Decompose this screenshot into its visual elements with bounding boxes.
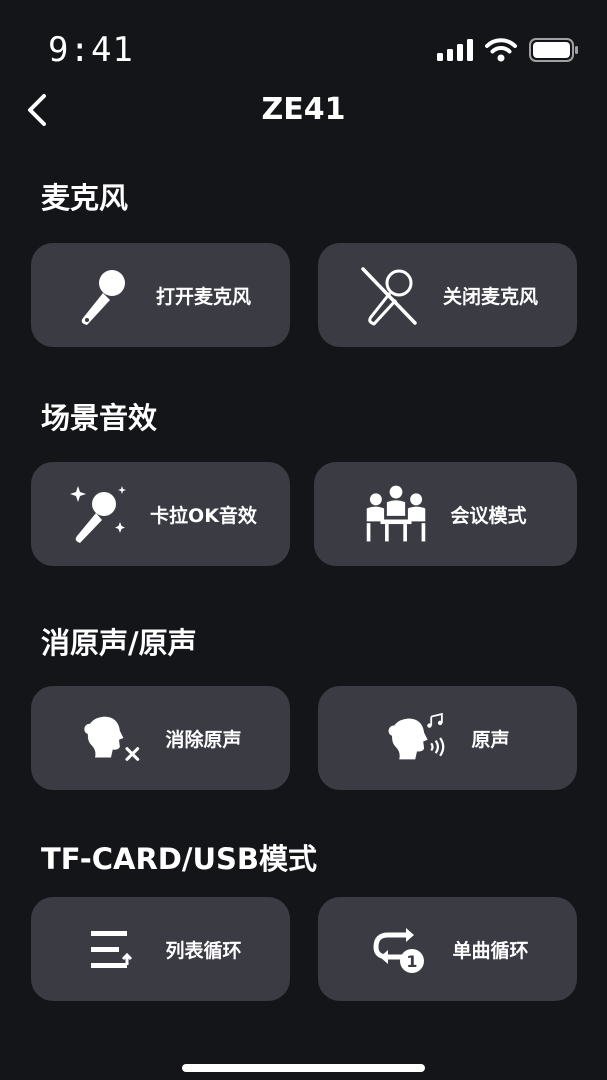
single-loop-icon: 1 xyxy=(366,917,430,981)
mic-off-label: 关闭麦克风 xyxy=(442,285,538,308)
karaoke-effect-label: 卡拉OK音效 xyxy=(150,504,257,527)
mic-on-label: 打开麦克风 xyxy=(155,285,251,308)
meeting-mode-button[interactable]: 会议模式 xyxy=(314,462,577,566)
meeting-people-icon xyxy=(364,482,428,546)
vocal-original-label: 原声 xyxy=(471,728,510,751)
vocal-remove-icon xyxy=(79,706,143,770)
mic-off-button[interactable]: 关闭麦克风 xyxy=(318,243,577,347)
vocal-original-icon xyxy=(385,706,449,770)
mic-on-button[interactable]: 打开麦克风 xyxy=(31,243,290,347)
list-loop-button[interactable]: 列表循环 xyxy=(31,897,290,1001)
section-title-microphone: 麦克风 xyxy=(41,181,129,215)
section-title-vocal: 消原声/原声 xyxy=(41,626,197,660)
vocal-remove-label: 消除原声 xyxy=(165,728,242,751)
battery-icon xyxy=(529,38,578,62)
home-indicator[interactable] xyxy=(182,1064,425,1072)
microphone-icon xyxy=(70,263,134,327)
microphone-off-icon xyxy=(357,263,421,327)
meeting-mode-label: 会议模式 xyxy=(450,504,527,527)
page-title: ZE41 xyxy=(261,92,346,127)
section-title-scene-effects: 场景音效 xyxy=(41,401,158,435)
nav-bar: ZE41 xyxy=(0,86,607,136)
vocal-remove-button[interactable]: 消除原声 xyxy=(31,686,290,790)
section-title-tf-usb: TF-CARD/USB模式 xyxy=(41,842,317,876)
karaoke-sparkle-mic-icon xyxy=(64,482,128,546)
karaoke-effect-button[interactable]: 卡拉OK音效 xyxy=(31,462,290,566)
single-loop-label: 单曲循环 xyxy=(452,939,529,962)
wifi-icon xyxy=(485,38,517,62)
list-loop-label: 列表循环 xyxy=(165,939,242,962)
status-icons xyxy=(437,38,579,62)
status-bar: 9:41 xyxy=(0,0,607,90)
list-loop-icon xyxy=(79,917,143,981)
svg-text:1: 1 xyxy=(407,952,418,971)
vocal-original-button[interactable]: 原声 xyxy=(318,686,577,790)
status-time: 9:41 xyxy=(48,30,134,70)
signal-icon xyxy=(437,39,473,61)
single-loop-button[interactable]: 1 单曲循环 xyxy=(318,897,577,1001)
